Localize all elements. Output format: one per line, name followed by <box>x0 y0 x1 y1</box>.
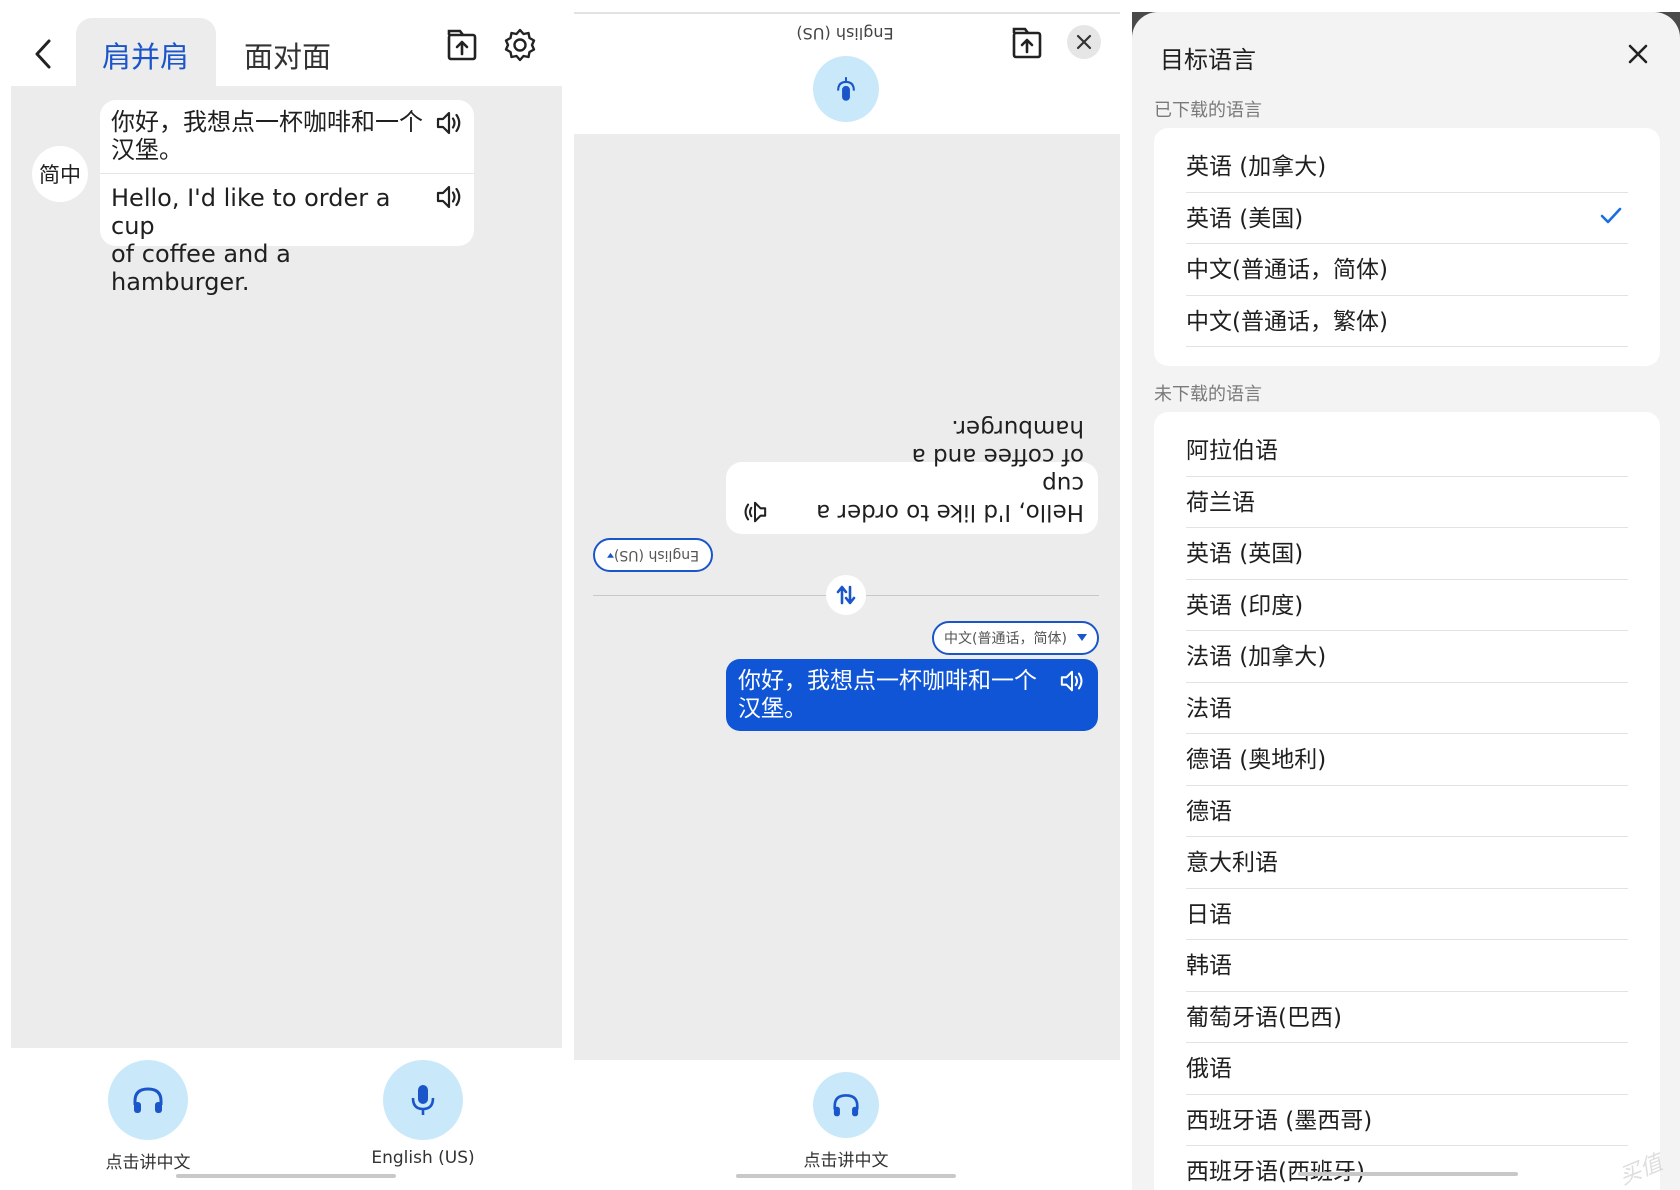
checkmark-icon <box>1600 207 1622 223</box>
swap-button[interactable] <box>826 575 866 615</box>
language-name: 英语 (英国) <box>1186 541 1304 567</box>
language-name: 德语 <box>1186 798 1232 825</box>
language-name: 荷兰语 <box>1186 489 1255 516</box>
language-name: 英语 (美国) <box>1186 205 1304 232</box>
downloaded-section-label: 已下载的语言 <box>1154 100 1262 121</box>
language-option[interactable]: 中文(普通话，简体) <box>1186 244 1628 296</box>
not-downloaded-section-label: 未下载的语言 <box>1154 384 1262 405</box>
language-name: 德语 (奥地利) <box>1186 747 1327 773</box>
swap-arrows-icon <box>836 585 856 605</box>
language-option[interactable]: 荷兰语 <box>1186 477 1628 528</box>
language-name: 中文(普通话，繁体) <box>1186 308 1388 335</box>
my-language-label: 中文(普通话，简体) <box>944 631 1067 647</box>
not-downloaded-list: 阿拉伯语 荷兰语 英语 (英国) 英语 (印度) 法语 (加拿大) 法语 德语 … <box>1154 412 1660 1190</box>
language-option[interactable]: 葡萄牙语(巴西) <box>1186 992 1628 1043</box>
language-name: 英语 (印度) <box>1186 592 1304 619</box>
speak-chinese-button[interactable] <box>108 1060 188 1140</box>
language-name: 法语 (加拿大) <box>1186 644 1327 670</box>
sheet-title: 目标语言 <box>1160 46 1256 74</box>
speaker-icon[interactable] <box>435 110 463 136</box>
home-indicator <box>736 1174 956 1178</box>
tab-face-to-face[interactable]: 面对面 <box>244 34 331 76</box>
speaker-icon[interactable] <box>1059 669 1085 693</box>
close-icon <box>1628 44 1648 64</box>
home-indicator <box>176 1174 396 1178</box>
language-name: 俄语 <box>1186 1056 1232 1082</box>
downloaded-list: 英语 (加拿大) 英语 (美国) 中文(普通话，简体) 中文(普通话，繁体) <box>1154 128 1660 366</box>
language-name: 意大利语 <box>1186 850 1278 876</box>
language-name: 法语 <box>1186 695 1232 722</box>
flipped-language-label: English (US) <box>613 547 699 563</box>
language-name: 西班牙语 (墨西哥) <box>1186 1107 1373 1134</box>
speak-chinese-button[interactable] <box>813 1072 879 1138</box>
gear-icon[interactable] <box>503 28 537 62</box>
language-option[interactable]: 韩语 <box>1186 940 1628 992</box>
language-option[interactable]: 英语 (英国) <box>1186 528 1628 580</box>
language-option[interactable]: 英语 (印度) <box>1186 580 1628 631</box>
language-name: 葡萄牙语(巴西) <box>1186 1004 1342 1031</box>
headphones-icon <box>133 1087 163 1113</box>
language-name: 韩语 <box>1186 953 1232 979</box>
close-button[interactable] <box>1067 25 1101 59</box>
headphones-icon <box>833 1094 859 1117</box>
language-option[interactable]: 英语 (加拿大) <box>1186 141 1628 193</box>
caret-down-icon <box>1077 634 1087 641</box>
flipped-language-pill[interactable]: English (US) <box>593 538 713 572</box>
export-icon[interactable] <box>1011 26 1045 60</box>
language-option[interactable]: 西班牙语 (墨西哥) <box>1186 1095 1628 1146</box>
my-message-text: 你好，我想点一杯咖啡和一个 汉堡。 <box>738 668 1037 722</box>
avatar: 简中 <box>32 146 88 202</box>
speak-english-caption: English (US) <box>371 1148 475 1168</box>
language-option[interactable]: 德语 (奥地利) <box>1186 734 1628 786</box>
language-option[interactable]: 法语 (加拿大) <box>1186 631 1628 683</box>
speaker-icon[interactable] <box>435 184 463 210</box>
language-option[interactable]: 德语 <box>1186 786 1628 837</box>
export-icon[interactable] <box>446 28 480 62</box>
my-language-pill[interactable]: 中文(普通话，简体) <box>932 621 1099 655</box>
bubble-divider <box>100 173 474 174</box>
language-name: 英语 (加拿大) <box>1186 154 1327 180</box>
caret-down-icon <box>607 552 614 558</box>
close-button[interactable] <box>1628 44 1648 64</box>
mic-button-flipped[interactable] <box>813 56 879 122</box>
source-text: 你好，我想点一杯咖啡和一个 汉堡。 <box>111 108 423 164</box>
tab-side-by-side[interactable]: 肩并肩 <box>102 34 189 76</box>
language-option[interactable]: 阿拉伯语 <box>1186 425 1628 477</box>
speaker-icon[interactable] <box>742 500 768 524</box>
top-language-label: English (US) <box>796 24 894 43</box>
language-option[interactable]: 西班牙语(西班牙) <box>1186 1146 1628 1190</box>
target-language-sheet: 目标语言 已下载的语言 英语 (加拿大) 英语 (美国) 中文(普通话，简体) … <box>1132 12 1680 1190</box>
language-option[interactable]: 日语 <box>1186 889 1628 940</box>
language-name: 日语 <box>1186 901 1232 928</box>
language-option[interactable]: 中文(普通话，繁体) <box>1186 296 1628 347</box>
speak-english-button[interactable] <box>383 1060 463 1140</box>
translation-text: Hello, I'd like to order a cup of coffee… <box>111 184 391 296</box>
language-option[interactable]: 法语 <box>1186 683 1628 734</box>
language-option[interactable]: 俄语 <box>1186 1043 1628 1095</box>
close-icon <box>1076 34 1092 50</box>
language-option-selected[interactable]: 英语 (美国) <box>1186 193 1628 244</box>
speak-chinese-caption: 点击讲中文 <box>803 1151 889 1171</box>
microphone-icon <box>411 1085 435 1115</box>
home-indicator <box>1298 1172 1518 1176</box>
back-icon[interactable] <box>32 38 54 70</box>
language-option[interactable]: 意大利语 <box>1186 837 1628 889</box>
speak-chinese-caption: 点击讲中文 <box>105 1153 191 1173</box>
microphone-icon <box>837 77 855 101</box>
flipped-message-bubble: Hello, I'd like to order a cup of coffee… <box>726 415 1098 534</box>
flipped-message-text: Hello, I'd like to order a cup of coffee… <box>816 415 1084 525</box>
language-name: 中文(普通话，简体) <box>1186 257 1388 283</box>
language-name: 阿拉伯语 <box>1186 438 1278 464</box>
